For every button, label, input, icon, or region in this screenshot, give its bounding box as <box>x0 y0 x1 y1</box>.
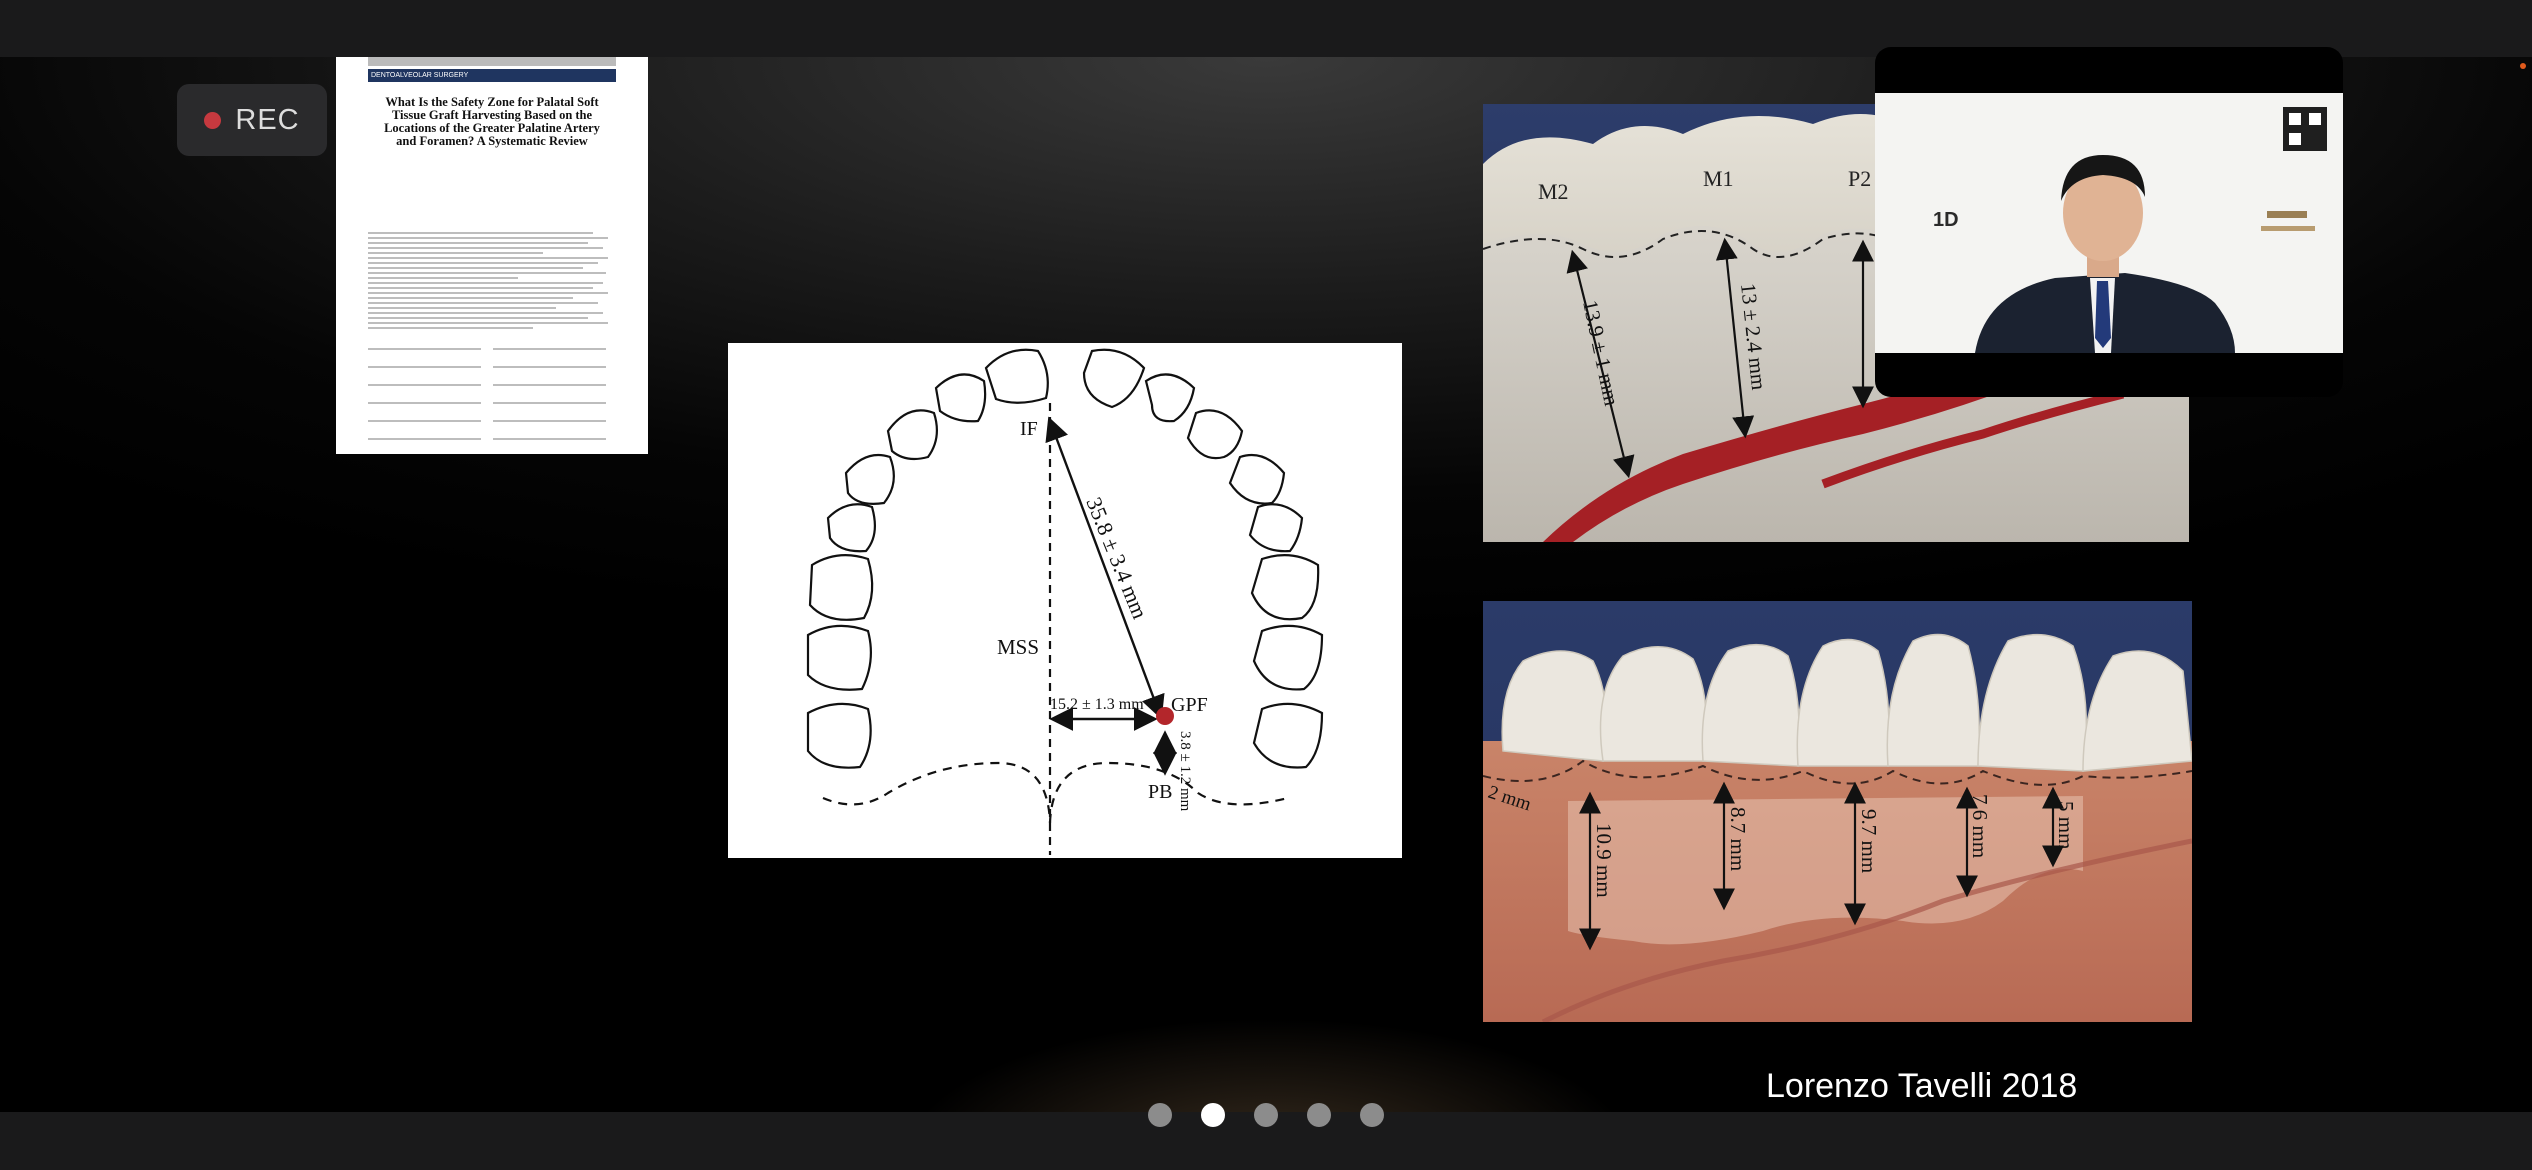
label-gpf: GPF <box>1171 694 1208 716</box>
record-icon <box>204 111 222 129</box>
label-mss: MSS <box>997 635 1039 659</box>
page-dot-1[interactable] <box>1148 1103 1172 1127</box>
page-dot-3[interactable] <box>1254 1103 1278 1127</box>
label-gpf-pb-distance: 3.8 ± 1.2 mm <box>1177 731 1193 812</box>
slide-caption: Lorenzo Tavelli 2018 <box>1766 1067 2078 1105</box>
paper-header <box>368 57 616 66</box>
video-tag: 1D <box>1933 209 1959 231</box>
label-mss-gpf-distance: 15.2 ± 1.3 mm <box>1050 696 1144 713</box>
page-indicator <box>1148 1103 1384 1127</box>
tooth-label-m2: M2 <box>1538 179 1569 204</box>
speaker-video[interactable]: 1D <box>1875 93 2343 353</box>
tooth-label-p2: P2 <box>1848 166 1871 191</box>
paper-body <box>368 232 618 454</box>
page-dot-2[interactable] <box>1201 1103 1225 1127</box>
measure-bottom-5mm: 5 mm <box>2054 801 2078 849</box>
page-dot-4[interactable] <box>1307 1103 1331 1127</box>
recording-label: REC <box>235 103 300 136</box>
gingiva-illustration-bottom-svg: 2 mm 10.9 mm 8.7 mm 9.7 mm 7.6 mm 5 mm <box>1483 601 2192 1022</box>
label-if: IF <box>1020 418 1038 440</box>
label-pb: PB <box>1148 781 1172 803</box>
measure-bottom-9-7: 9.7 mm <box>1857 809 1881 873</box>
measure-bottom-10-9: 10.9 mm <box>1592 823 1616 898</box>
measure-bottom-8-7: 8.7 mm <box>1726 807 1750 871</box>
measure-bottom-7-6: 7.6 mm <box>1968 794 1992 858</box>
tooth-label-m1: M1 <box>1703 166 1734 191</box>
recording-indicator[interactable]: REC <box>177 84 327 156</box>
arrow-if-gpf <box>1045 416 1165 720</box>
paper-section: DENTOALVEOLAR SURGERY <box>368 69 616 82</box>
palate-diagram-svg: IF 35.8 ± 3.4 mm MSS 15.2 ± 1.3 mm GPF 3… <box>806 348 1324 855</box>
gingiva-illustration-bottom: 2 mm 10.9 mm 8.7 mm 9.7 mm 7.6 mm 5 mm <box>1483 601 2192 1022</box>
posterior-border-left <box>822 761 1052 824</box>
paper-thumbnail: DENTOALVEOLAR SURGERY What Is the Safety… <box>336 57 648 454</box>
stage-glow <box>900 1017 1640 1112</box>
page-dot-5[interactable] <box>1360 1103 1384 1127</box>
palate-diagram: IF 35.8 ± 3.4 mm MSS 15.2 ± 1.3 mm GPF 3… <box>728 343 1402 858</box>
status-dot-icon <box>2520 63 2526 69</box>
paper-title: What Is the Safety Zone for Palatal Soft… <box>384 95 600 149</box>
